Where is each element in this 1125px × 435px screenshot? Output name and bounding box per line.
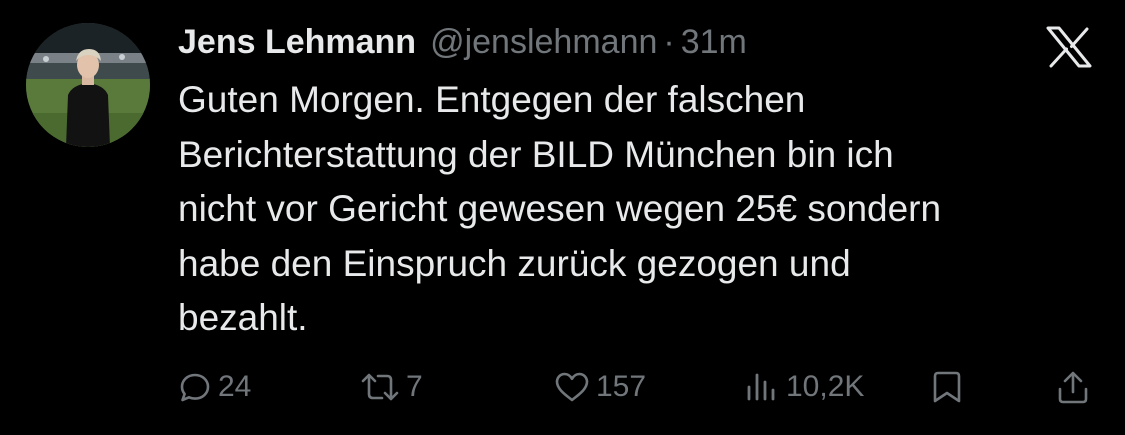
reply-count: 24 <box>218 370 252 403</box>
heart-icon <box>555 372 589 402</box>
share-icon <box>1058 371 1088 404</box>
view-count: 10,2K <box>786 370 865 403</box>
reply-button[interactable]: 24 <box>178 362 251 412</box>
author-handle[interactable]: @jenslehmann <box>430 22 657 62</box>
share-button[interactable] <box>1056 362 1090 412</box>
tweet-header: Jens Lehmann @jenslehmann · 31m <box>178 22 747 62</box>
tweet-text-line: habe den Einspruch zurück gezogen und <box>178 242 851 284</box>
repost-count: 7 <box>406 370 423 403</box>
post-time[interactable]: 31m <box>681 22 747 62</box>
tweet-text-line: Berichterstattung der BILD München bin i… <box>178 133 894 175</box>
avatar[interactable] <box>26 23 150 147</box>
repost-button[interactable]: 7 <box>360 362 423 412</box>
header-separator: · <box>663 23 675 61</box>
tweet-text-line: bezahlt. <box>178 297 308 338</box>
views-button[interactable]: 10,2K <box>744 362 864 412</box>
x-logo-icon <box>1046 26 1092 68</box>
bookmark-button[interactable] <box>930 362 964 412</box>
avatar-photo <box>26 23 150 147</box>
author-name[interactable]: Jens Lehmann <box>178 22 416 62</box>
bookmark-icon <box>933 371 961 403</box>
repost-icon <box>361 373 399 401</box>
tweet-text-line: nicht vor Gericht gewesen wegen 25€ sond… <box>178 188 942 229</box>
reply-icon <box>180 373 210 402</box>
views-icon <box>747 373 775 401</box>
like-count: 157 <box>596 370 647 403</box>
tweet-text-line: Guten Morgen. Entgegen der falschen <box>178 79 806 120</box>
like-button[interactable]: 157 <box>554 362 646 412</box>
tweet-text: Guten Morgen. Entgegen der falschen Beri… <box>178 73 1088 346</box>
action-bar: 24 7 157 10,2K <box>0 362 1125 412</box>
